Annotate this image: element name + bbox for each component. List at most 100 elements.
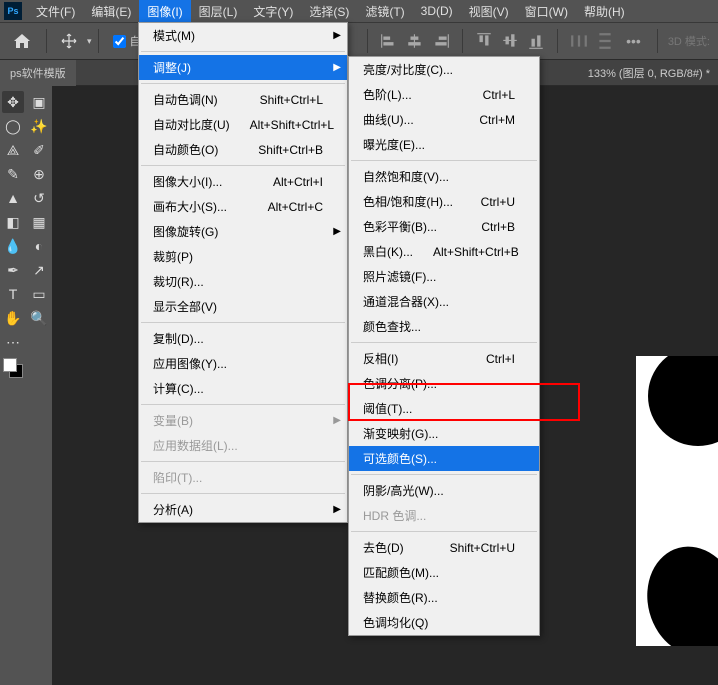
menu-shortcut: Shift+Ctrl+L — [240, 93, 323, 107]
menu-item-label: 曝光度(E)... — [363, 136, 425, 153]
move-tool[interactable]: ✥ — [2, 91, 24, 113]
menu-item-label: 裁切(R)... — [153, 273, 204, 290]
stamp-tool[interactable]: ▲ — [2, 187, 24, 209]
menu-item[interactable]: 应用图像(Y)... — [139, 351, 347, 376]
menu-item-label: 色调分离(P)... — [363, 375, 437, 392]
menu-separator — [141, 461, 345, 462]
menu-item[interactable]: 图层(L) — [191, 0, 246, 23]
menu-item[interactable]: 色彩平衡(B)...Ctrl+B — [349, 214, 539, 239]
dodge-tool[interactable]: ◐ — [28, 235, 50, 257]
menu-item[interactable]: 窗口(W) — [517, 0, 576, 23]
auto-select-checkbox[interactable] — [113, 35, 126, 48]
align-vcenter-icon[interactable] — [501, 32, 519, 50]
menu-item[interactable]: 颜色查找... — [349, 314, 539, 339]
menu-item[interactable]: 自动颜色(O)Shift+Ctrl+B — [139, 137, 347, 162]
menu-item[interactable]: 自然饱和度(V)... — [349, 164, 539, 189]
document-tab-left[interactable]: ps软件模版 — [0, 60, 76, 86]
lasso-tool[interactable]: ◯ — [2, 115, 24, 137]
menu-item[interactable]: 图像旋转(G)▶ — [139, 219, 347, 244]
menu-item[interactable]: 调整(J)▶ — [139, 55, 347, 80]
menu-item[interactable]: 图像大小(I)...Alt+Ctrl+I — [139, 169, 347, 194]
hand-tool[interactable]: ✋ — [2, 307, 24, 329]
menu-item[interactable]: 曝光度(E)... — [349, 132, 539, 157]
align-bottom-icon[interactable] — [527, 32, 545, 50]
eraser-tool[interactable]: ◧ — [2, 211, 24, 233]
menu-item[interactable]: 匹配颜色(M)... — [349, 560, 539, 585]
menu-item[interactable]: 渐变映射(G)... — [349, 421, 539, 446]
more-options-icon[interactable]: ••• — [626, 33, 641, 49]
menu-item[interactable]: 色阶(L)...Ctrl+L — [349, 82, 539, 107]
zoom-tool[interactable]: 🔍 — [28, 307, 50, 329]
menu-item[interactable]: 亮度/对比度(C)... — [349, 57, 539, 82]
blur-tool[interactable]: 💧 — [2, 235, 24, 257]
menu-item[interactable]: 自动色调(N)Shift+Ctrl+L — [139, 87, 347, 112]
ellipsis-tool[interactable]: ⋯ — [2, 331, 24, 353]
menu-shortcut: Ctrl+I — [466, 352, 515, 366]
menu-item-label: 去色(D) — [363, 539, 404, 556]
distribute-v-icon[interactable] — [596, 32, 614, 50]
menu-item-label: 色相/饱和度(H)... — [363, 193, 453, 210]
menu-item[interactable]: 曲线(U)...Ctrl+M — [349, 107, 539, 132]
shape-tool[interactable]: ▭ — [28, 283, 50, 305]
home-icon[interactable] — [14, 34, 30, 48]
menu-item-label: 复制(D)... — [153, 330, 204, 347]
menu-item[interactable]: 分析(A)▶ — [139, 497, 347, 522]
history-brush-tool[interactable]: ↺ — [28, 187, 50, 209]
gradient-tool[interactable]: ▦ — [28, 211, 50, 233]
menu-item[interactable]: 图像(I) — [139, 0, 190, 23]
menu-shortcut: Ctrl+U — [461, 195, 515, 209]
type-tool[interactable]: T — [2, 283, 24, 305]
align-right-icon[interactable] — [432, 32, 450, 50]
menu-item[interactable]: 裁切(R)... — [139, 269, 347, 294]
menu-item[interactable]: 自动对比度(U)Alt+Shift+Ctrl+L — [139, 112, 347, 137]
path-tool[interactable]: ↗ — [28, 259, 50, 281]
menu-item-label: 自动对比度(U) — [153, 116, 230, 133]
menu-item[interactable]: 文字(Y) — [245, 0, 301, 23]
submenu-arrow-icon: ▶ — [333, 62, 341, 73]
menu-separator — [141, 51, 345, 52]
align-left-icon[interactable] — [380, 32, 398, 50]
menu-item[interactable]: 色调分离(P)... — [349, 371, 539, 396]
menu-item[interactable]: 裁剪(P) — [139, 244, 347, 269]
color-swatch[interactable] — [3, 358, 23, 378]
menu-item[interactable]: 可选颜色(S)... — [349, 446, 539, 471]
menu-item[interactable]: 去色(D)Shift+Ctrl+U — [349, 535, 539, 560]
menu-item[interactable]: 替换颜色(R)... — [349, 585, 539, 610]
eyedropper-tool[interactable]: ✐ — [28, 139, 50, 161]
menu-item[interactable]: 计算(C)... — [139, 376, 347, 401]
menu-item[interactable]: 阴影/高光(W)... — [349, 478, 539, 503]
pen-tool[interactable]: ✒ — [2, 259, 24, 281]
crop-tool[interactable]: ⟁ — [2, 139, 24, 161]
menu-item[interactable]: 滤镜(T) — [357, 0, 412, 23]
menu-item[interactable]: 色调均化(Q) — [349, 610, 539, 635]
menu-item[interactable]: 色相/饱和度(H)... Ctrl+U — [349, 189, 539, 214]
wand-tool[interactable]: ✨ — [28, 115, 50, 137]
brush-tool[interactable]: ✎ — [2, 163, 24, 185]
menu-item[interactable]: 模式(M)▶ — [139, 23, 347, 48]
menu-item-label: 可选颜色(S)... — [363, 450, 437, 467]
menu-item[interactable]: 通道混合器(X)... — [349, 289, 539, 314]
menu-item[interactable]: 阈值(T)... — [349, 396, 539, 421]
menu-item[interactable]: 编辑(E) — [83, 0, 139, 23]
distribute-h-icon[interactable] — [570, 32, 588, 50]
menu-item[interactable]: 视图(V) — [461, 0, 517, 23]
document-tab-right[interactable]: 133% (图层 0, RGB/8#) * — [580, 60, 718, 86]
align-top-icon[interactable] — [475, 32, 493, 50]
menu-item[interactable]: 显示全部(V) — [139, 294, 347, 319]
marquee-tool[interactable]: ▣ — [28, 91, 50, 113]
menu-item[interactable]: 照片滤镜(F)... — [349, 264, 539, 289]
menu-item[interactable]: 黑白(K)...Alt+Shift+Ctrl+B — [349, 239, 539, 264]
menu-item[interactable]: 选择(S) — [301, 0, 357, 23]
menu-item[interactable]: 反相(I)Ctrl+I — [349, 346, 539, 371]
menu-item[interactable]: 复制(D)... — [139, 326, 347, 351]
menu-item-label: 曲线(U)... — [363, 111, 414, 128]
dropdown-icon[interactable]: ▾ — [87, 36, 92, 47]
menu-item[interactable]: 帮助(H) — [576, 0, 633, 23]
move-tool-icon[interactable] — [61, 33, 77, 49]
align-hcenter-icon[interactable] — [406, 32, 424, 50]
heal-tool[interactable]: ⊕ — [28, 163, 50, 185]
menu-item[interactable]: 文件(F) — [28, 0, 83, 23]
menu-shortcut: Alt+Ctrl+I — [253, 175, 323, 189]
menu-item[interactable]: 画布大小(S)...Alt+Ctrl+C — [139, 194, 347, 219]
menu-item[interactable]: 3D(D) — [413, 1, 461, 21]
